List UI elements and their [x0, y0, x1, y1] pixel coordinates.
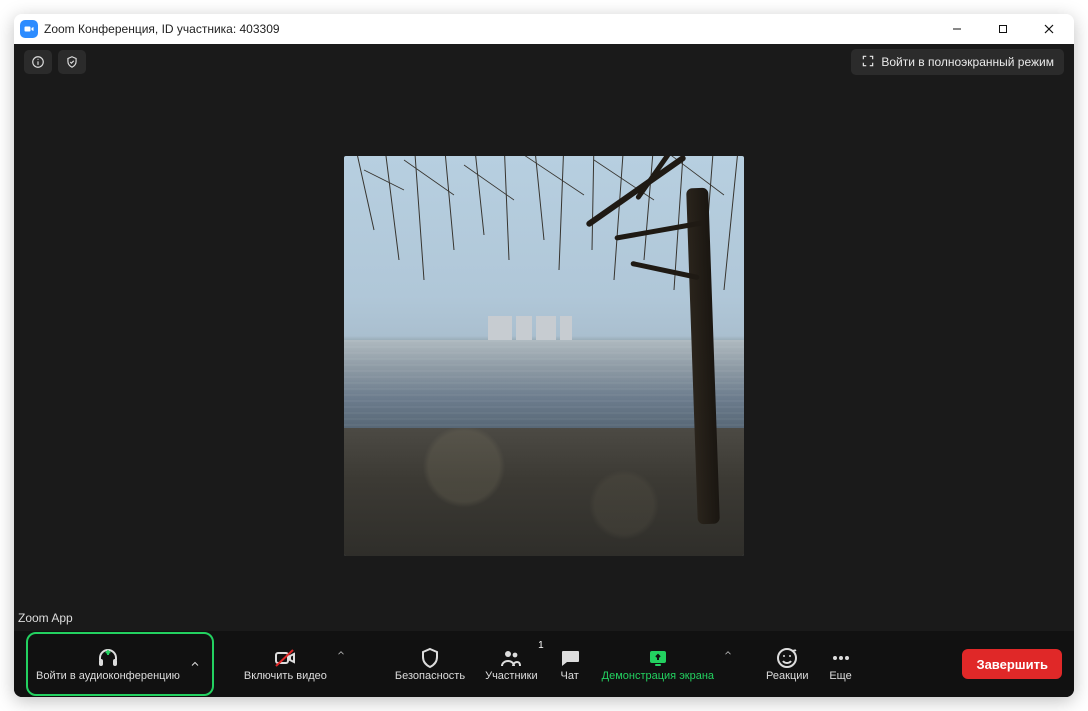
fullscreen-label: Войти в полноэкранный режим	[881, 55, 1054, 69]
start-video-button[interactable]: Включить видео	[234, 636, 337, 692]
meeting-stage: Войти в полноэкранный режим Zoom App	[14, 44, 1074, 697]
headphones-icon	[96, 646, 120, 670]
participants-label: Участники	[485, 670, 538, 682]
join-audio-label: Войти в аудиоконференцию	[36, 670, 180, 682]
participants-icon	[499, 646, 523, 670]
reactions-button[interactable]: Реакции	[756, 636, 819, 692]
start-video-label: Включить видео	[244, 670, 327, 682]
join-audio-group: Войти в аудиоконференцию	[26, 632, 214, 696]
share-options-caret[interactable]	[718, 644, 738, 662]
security-button[interactable]: Безопасность	[385, 636, 475, 692]
chat-button[interactable]: Чат	[548, 636, 592, 692]
reactions-label: Реакции	[766, 670, 809, 682]
close-button[interactable]	[1026, 14, 1072, 44]
info-button[interactable]	[24, 50, 52, 74]
app-name-label: Zoom App	[18, 611, 73, 625]
participant-video-tile[interactable]	[344, 156, 744, 556]
security-label: Безопасность	[395, 670, 465, 682]
end-meeting-button[interactable]: Завершить	[962, 649, 1062, 679]
share-screen-button[interactable]: Демонстрация экрана	[592, 636, 724, 692]
zoom-app-icon	[20, 20, 38, 38]
participants-count-badge: 1	[538, 640, 544, 651]
join-audio-options-caret[interactable]	[186, 644, 204, 684]
meeting-toolbar: Войти в аудиоконференцию Включить видео …	[14, 631, 1074, 697]
share-screen-icon	[646, 646, 670, 670]
end-meeting-label: Завершить	[976, 657, 1048, 672]
stage-top-strip: Войти в полноэкранный режим	[14, 44, 1074, 80]
window-title: Zoom Конференция, ID участника: 403309	[44, 22, 280, 36]
video-options-caret[interactable]	[331, 644, 351, 662]
share-screen-label: Демонстрация экрана	[602, 670, 714, 682]
titlebar: Zoom Конференция, ID участника: 403309	[14, 14, 1074, 44]
encryption-shield-button[interactable]	[58, 50, 86, 74]
chat-icon	[558, 646, 582, 670]
shield-icon	[418, 646, 442, 670]
fullscreen-icon	[861, 54, 875, 71]
more-icon	[829, 646, 853, 670]
chat-label: Чат	[561, 670, 579, 682]
enter-fullscreen-button[interactable]: Войти в полноэкранный режим	[851, 49, 1064, 75]
more-label: Еще	[829, 670, 851, 682]
minimize-button[interactable]	[934, 14, 980, 44]
app-window: Zoom Конференция, ID участника: 403309 В…	[14, 14, 1074, 697]
camera-off-icon	[273, 646, 297, 670]
reactions-icon	[775, 646, 799, 670]
participants-button[interactable]: Участники 1	[475, 636, 548, 692]
video-zone	[14, 80, 1074, 631]
join-audio-button[interactable]: Войти в аудиоконференцию	[30, 636, 186, 692]
maximize-button[interactable]	[980, 14, 1026, 44]
more-button[interactable]: Еще	[819, 636, 863, 692]
